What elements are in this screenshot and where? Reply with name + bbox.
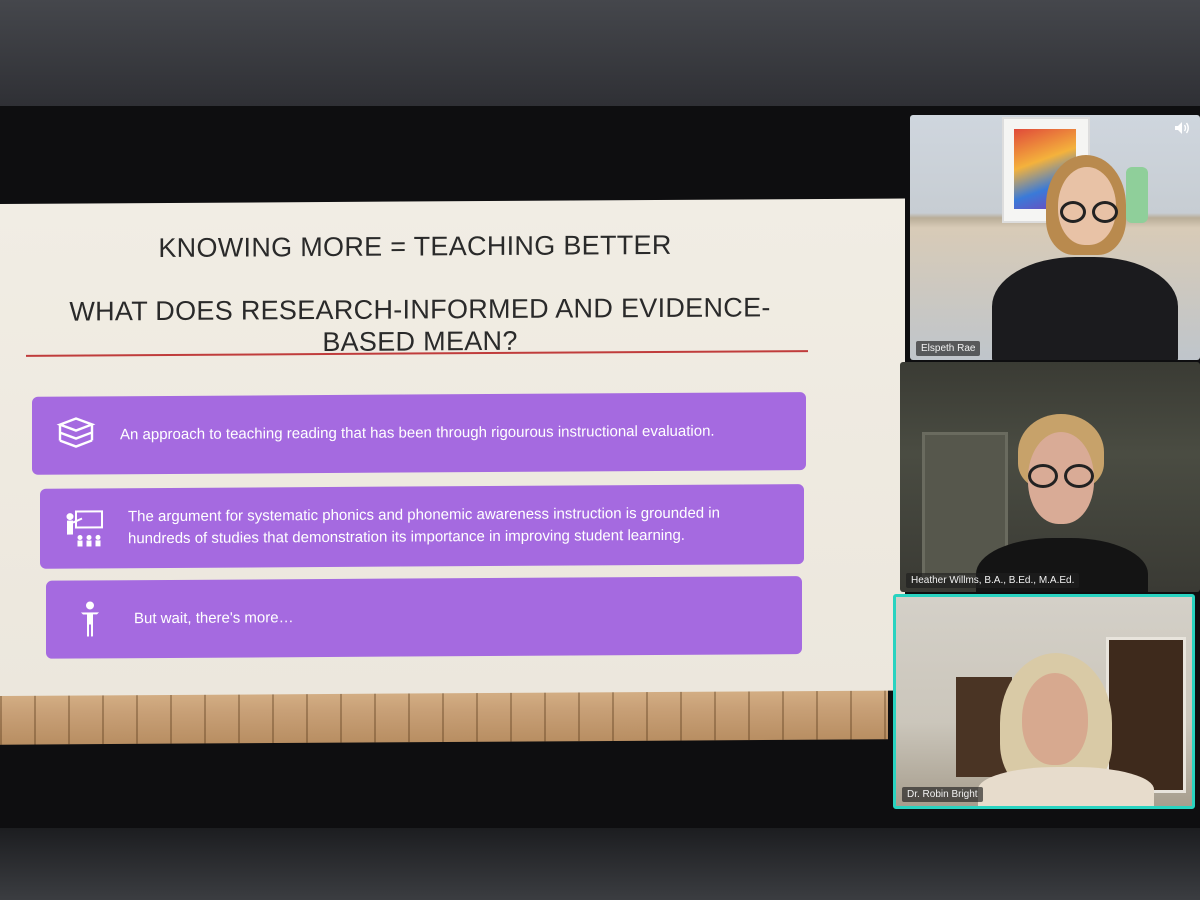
shared-slide: KNOWING MORE = TEACHING BETTER WHAT DOES… bbox=[0, 198, 905, 696]
point-card-3: But wait, there's more… bbox=[46, 576, 802, 659]
teacher-classroom-icon bbox=[40, 508, 128, 549]
point-text-1: An approach to teaching reading that has… bbox=[120, 422, 715, 444]
monitor-bezel-bottom bbox=[0, 828, 1200, 900]
participant-tile-robin-bright[interactable]: Dr. Robin Bright bbox=[893, 594, 1195, 809]
participant-name-label: Elspeth Rae bbox=[916, 341, 981, 356]
door-right bbox=[1106, 637, 1186, 793]
participant-name-label: Heather Willms, B.A., B.Ed., M.A.Ed. bbox=[906, 573, 1080, 588]
point-card-1: An approach to teaching reading that has… bbox=[32, 392, 806, 475]
vase bbox=[1126, 167, 1148, 223]
standing-person-icon bbox=[46, 600, 134, 639]
participant-tile-elspeth-rae[interactable]: Elspeth Rae bbox=[910, 115, 1200, 360]
participant-name-label: Dr. Robin Bright bbox=[902, 787, 983, 802]
participant-tile-heather-willms[interactable]: Heather Willms, B.A., B.Ed., M.A.Ed. bbox=[900, 362, 1200, 592]
point-text-3: But wait, there's more… bbox=[134, 609, 294, 628]
slide-title: KNOWING MORE = TEACHING BETTER bbox=[158, 229, 672, 264]
slide-subtitle: WHAT DOES RESEARCH-INFORMED AND EVIDENCE… bbox=[69, 292, 771, 358]
books-stack-icon bbox=[32, 416, 120, 455]
speaker-volume-icon[interactable] bbox=[1174, 121, 1190, 139]
point-text-2: The argument for systematic phonics and … bbox=[128, 504, 720, 548]
monitor-bezel-top bbox=[0, 0, 1200, 106]
point-card-2: The argument for systematic phonics and … bbox=[40, 484, 804, 569]
